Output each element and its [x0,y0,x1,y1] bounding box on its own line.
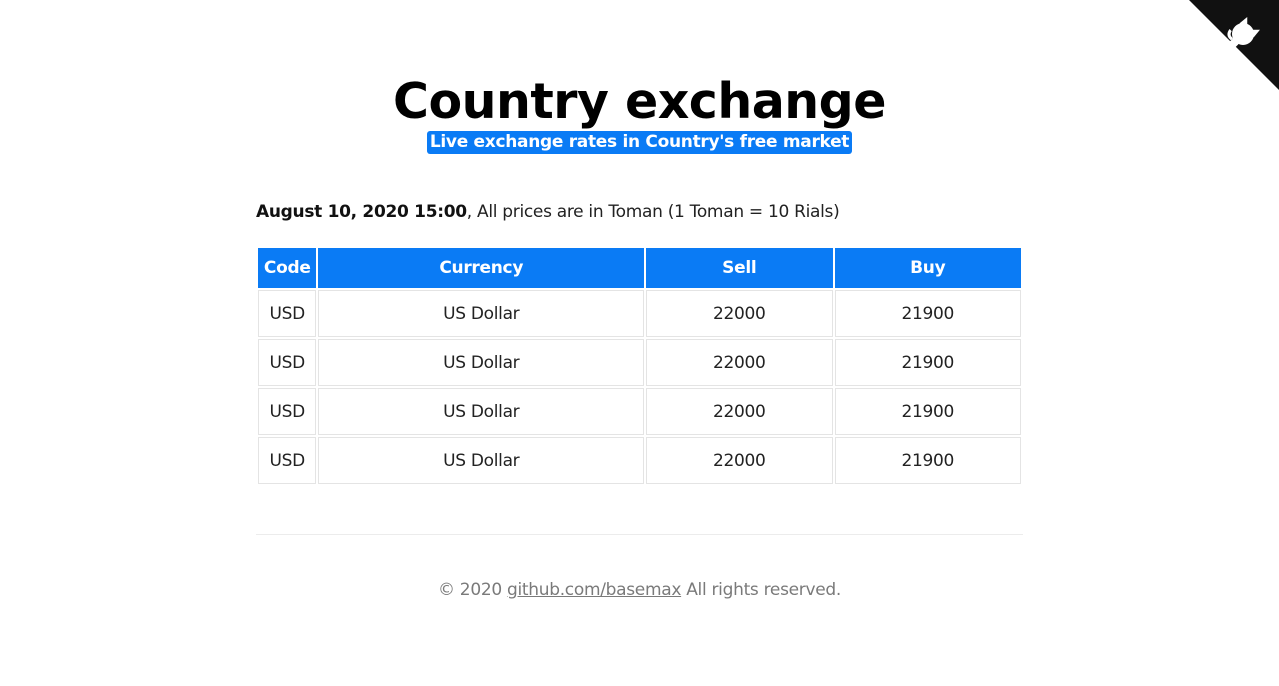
cell-sell: 22000 [646,437,833,484]
cell-buy: 21900 [834,339,1021,386]
cell-sell: 22000 [646,290,833,337]
table-header-row: Code Currency Sell Buy [258,248,1021,288]
exchange-table: Code Currency Sell Buy USD US Dollar 220… [256,246,1023,486]
github-corner-link[interactable] [1189,0,1279,90]
column-header-buy: Buy [834,248,1021,288]
cell-currency: US Dollar [318,339,645,386]
price-info: August 10, 2020 15:00, All prices are in… [256,202,1023,222]
cell-code: USD [258,339,317,386]
column-header-currency: Currency [318,248,645,288]
cell-sell: 22000 [646,388,833,435]
column-header-code: Code [258,248,317,288]
price-note: , All prices are in Toman (1 Toman = 10 … [466,202,840,222]
cell-buy: 21900 [834,388,1021,435]
cell-currency: US Dollar [318,388,645,435]
table-row: USD US Dollar 22000 21900 [258,290,1021,337]
cell-code: USD [258,437,317,484]
table-row: USD US Dollar 22000 21900 [258,339,1021,386]
footer-divider [256,534,1023,535]
cell-code: USD [258,290,317,337]
page-subtitle: Live exchange rates in Country's free ma… [426,131,853,154]
table-row: USD US Dollar 22000 21900 [258,437,1021,484]
footer-rights: All rights reserved. [681,580,841,600]
cell-buy: 21900 [834,437,1021,484]
table-row: USD US Dollar 22000 21900 [258,388,1021,435]
column-header-sell: Sell [646,248,833,288]
footer: © 2020 github.com/basemax All rights res… [0,580,1279,600]
github-octocat-icon [1189,0,1279,90]
main-content: August 10, 2020 15:00, All prices are in… [256,202,1023,486]
price-datetime: August 10, 2020 15:00 [256,202,467,222]
page-title: Country exchange [392,73,887,130]
footer-github-link[interactable]: github.com/basemax [507,580,681,600]
cell-code: USD [258,388,317,435]
cell-buy: 21900 [834,290,1021,337]
cell-sell: 22000 [646,339,833,386]
cell-currency: US Dollar [318,290,645,337]
cell-currency: US Dollar [318,437,645,484]
footer-copyright: © 2020 [438,580,507,600]
page: Country exchange Live exchange rates in … [0,0,1279,686]
header: Country exchange Live exchange rates in … [0,0,1279,154]
